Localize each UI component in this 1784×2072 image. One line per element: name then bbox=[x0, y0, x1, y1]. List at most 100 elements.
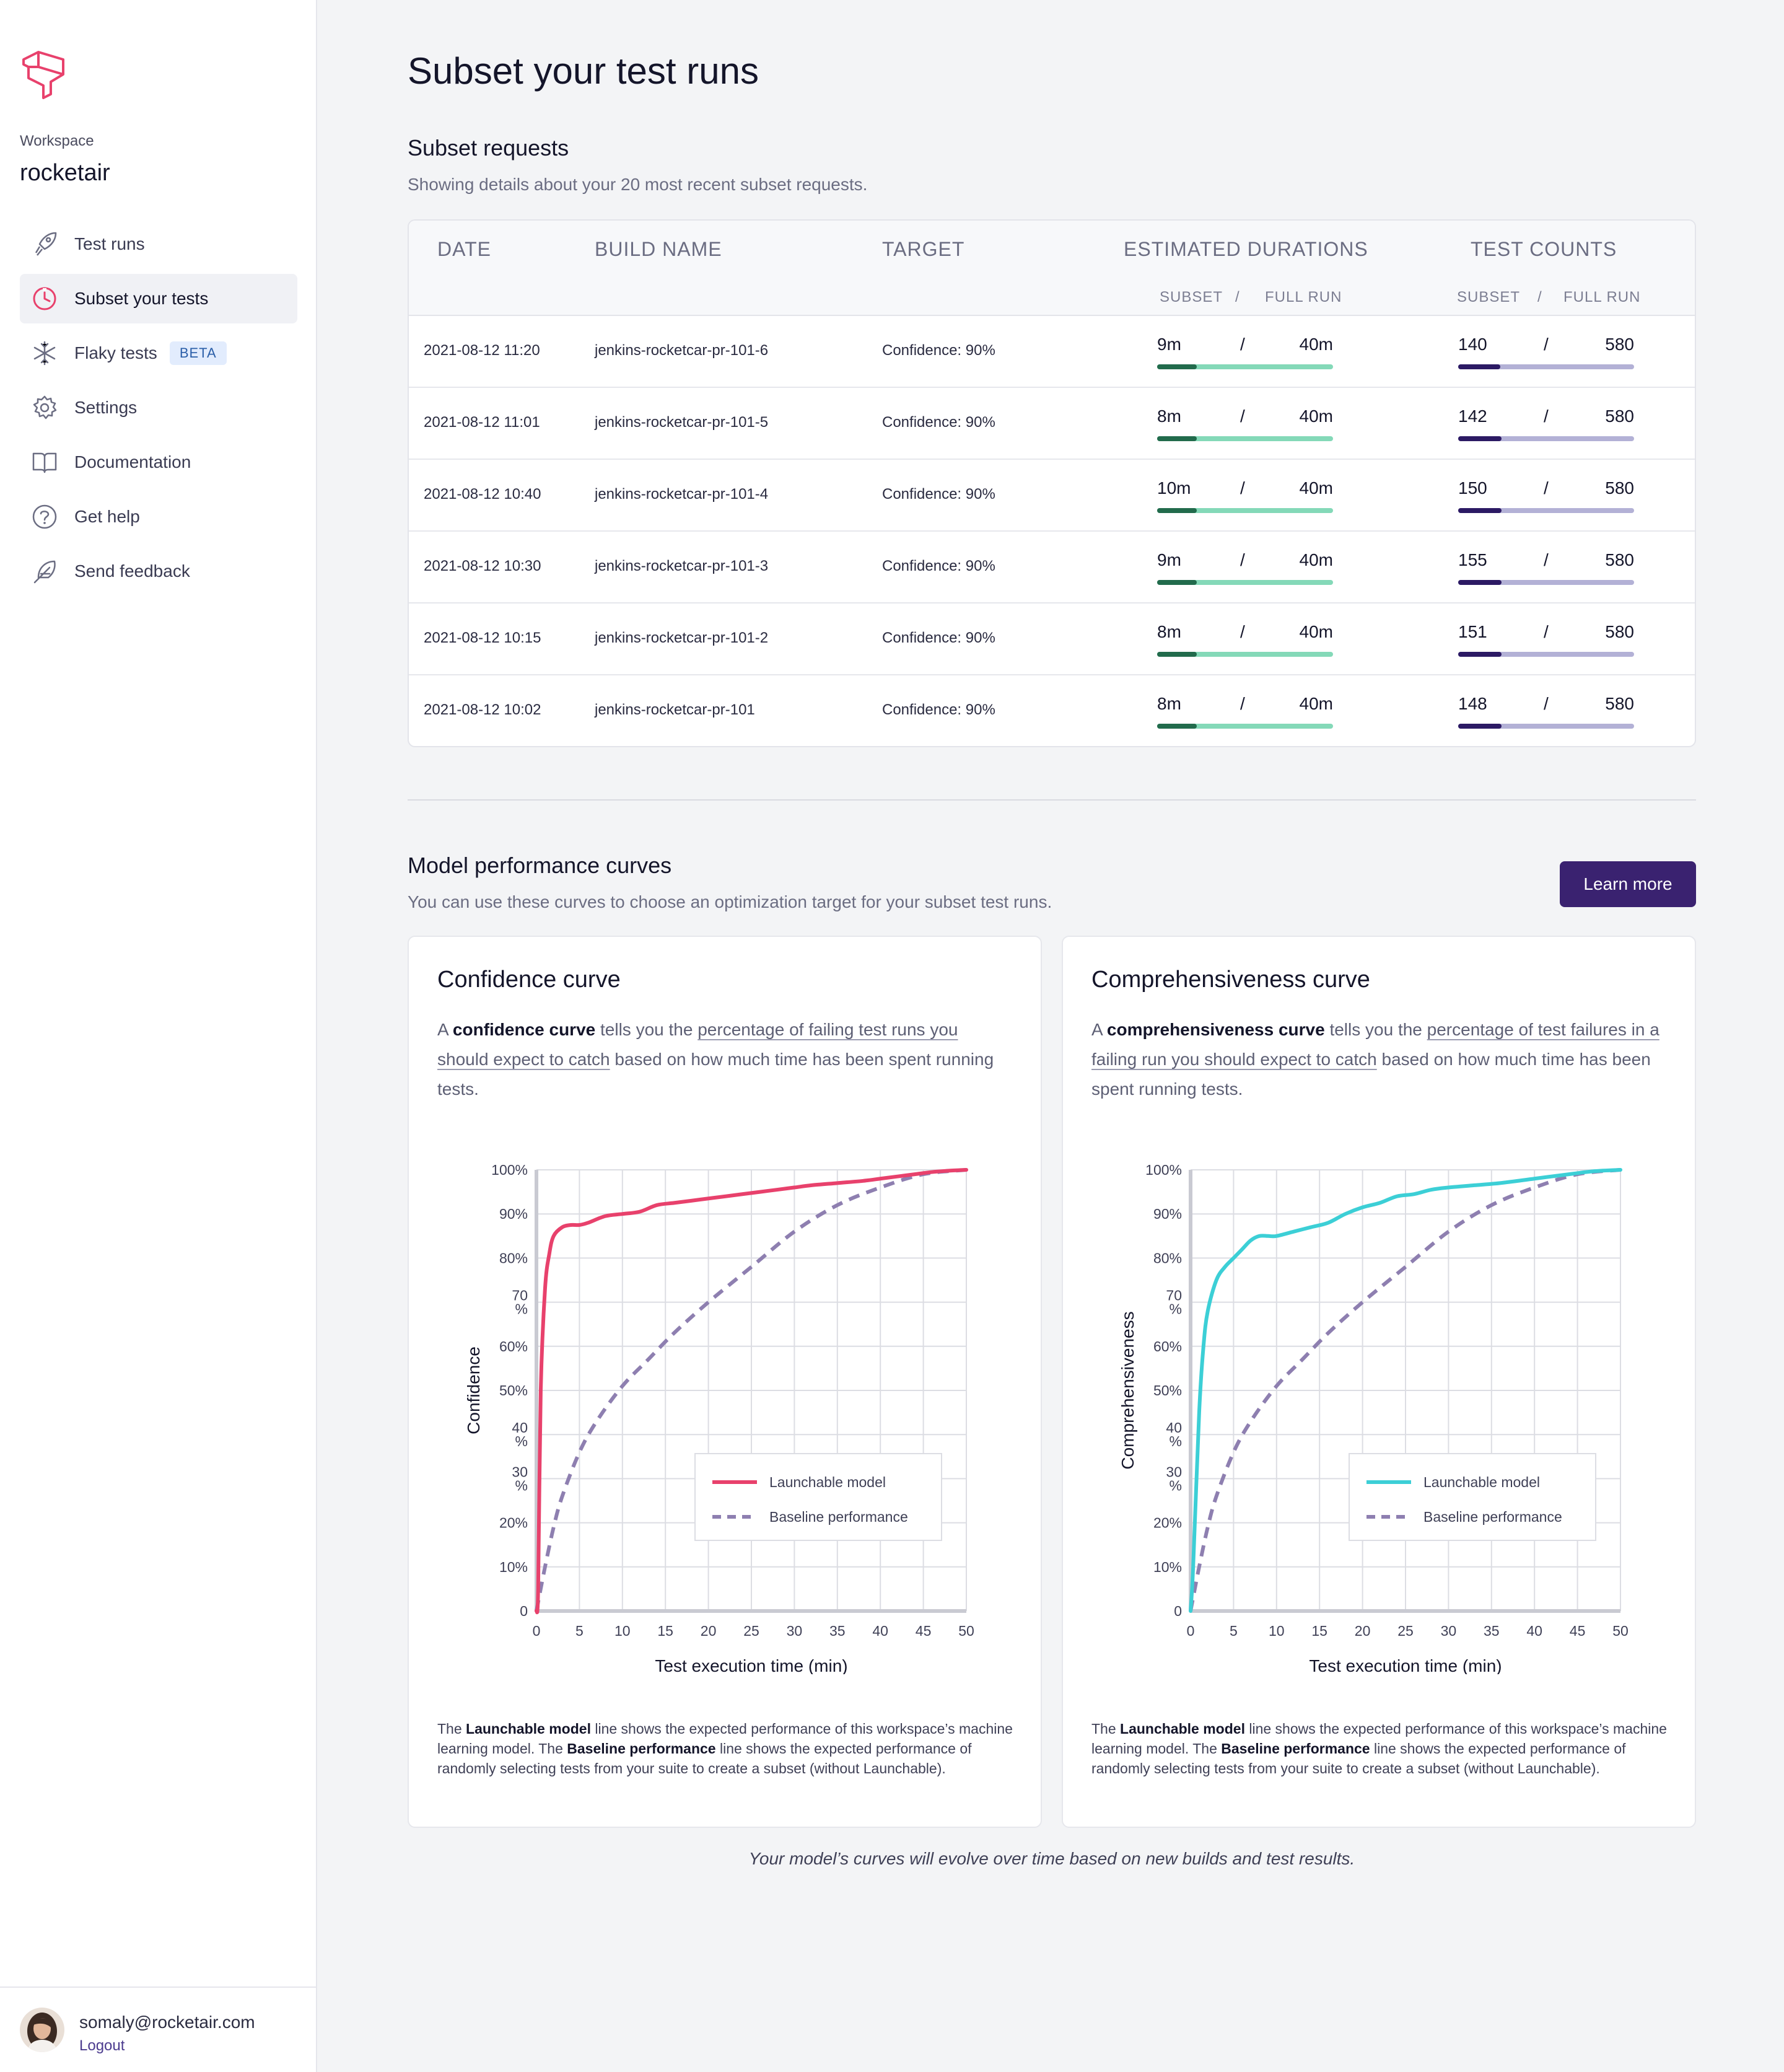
desc-text: A bbox=[1091, 1020, 1107, 1039]
x-tick-label: 40 bbox=[872, 1623, 888, 1639]
cell-target: Confidence: 90% bbox=[882, 558, 995, 574]
count-subset-value: 155 bbox=[1458, 550, 1487, 569]
cell-date: 2021-08-12 11:01 bbox=[424, 414, 540, 431]
duration-fill bbox=[1157, 364, 1197, 369]
x-tick-label: 25 bbox=[1397, 1623, 1414, 1639]
table-row[interactable]: 2021-08-12 11:01 jenkins-rocketcar-pr-101… bbox=[409, 388, 1695, 460]
y-tick-label: 20% bbox=[499, 1515, 528, 1531]
count-subset-value: 151 bbox=[1458, 622, 1487, 641]
y-tick-label-line: 0 bbox=[520, 1603, 528, 1619]
duration-full-value: 40m bbox=[1299, 550, 1333, 569]
y-tick-label: 70% bbox=[1166, 1288, 1182, 1317]
desc-text: tells you the bbox=[595, 1020, 698, 1039]
separator: / bbox=[1544, 550, 1549, 569]
y-tick-label-line: 20% bbox=[499, 1515, 528, 1531]
column-header-test-counts: TEST COUNTS bbox=[1471, 238, 1617, 260]
cell-build-name: jenkins-rocketcar-pr-101-2 bbox=[595, 630, 769, 646]
sidebar-item-test-runs[interactable]: Test runs bbox=[20, 219, 297, 269]
y-tick-label: 80% bbox=[499, 1250, 528, 1266]
subheader-count-full-run: FULL RUN bbox=[1563, 289, 1641, 305]
note-bold: Launchable model bbox=[1120, 1721, 1245, 1737]
sidebar-item-label: Documentation bbox=[74, 452, 191, 472]
avatar[interactable] bbox=[20, 2008, 64, 2052]
y-tick-label: 40% bbox=[1166, 1420, 1182, 1449]
chart-legend: Launchable model Baseline performance bbox=[1349, 1453, 1596, 1541]
model-curves-subtitle: You can use these curves to choose an op… bbox=[408, 892, 1052, 911]
separator: / bbox=[1544, 622, 1549, 641]
y-tick-label: 0 bbox=[1174, 1603, 1182, 1619]
column-header-target: TARGET bbox=[882, 238, 965, 260]
y-tick-label: 80% bbox=[1153, 1250, 1182, 1266]
duration-track bbox=[1157, 364, 1333, 369]
cell-build-name: jenkins-rocketcar-pr-101-4 bbox=[595, 486, 769, 503]
beta-badge: BETA bbox=[169, 341, 227, 365]
duration-full-value: 40m bbox=[1299, 694, 1333, 713]
y-tick-label: 90% bbox=[499, 1206, 528, 1222]
cell-date: 2021-08-12 10:40 bbox=[424, 486, 541, 503]
duration-subset-value: 10m bbox=[1157, 478, 1191, 498]
sidebar-item-label: Settings bbox=[74, 398, 138, 417]
launchable-logo[interactable] bbox=[20, 50, 68, 99]
sidebar-item-settings[interactable]: Settings bbox=[20, 383, 297, 432]
count-full-value: 580 bbox=[1605, 406, 1634, 426]
x-tick-label: 50 bbox=[958, 1623, 974, 1639]
cell-target: Confidence: 90% bbox=[882, 701, 995, 718]
chart-legend: Launchable model Baseline performance bbox=[694, 1453, 942, 1541]
duration-subset-value: 8m bbox=[1157, 622, 1181, 641]
x-tick-label: 20 bbox=[1355, 1623, 1371, 1639]
sidebar-item-send-feedback[interactable]: Send feedback bbox=[20, 547, 297, 596]
y-tick-label-line: 90% bbox=[499, 1206, 528, 1222]
duration-fill bbox=[1157, 652, 1197, 657]
note-bold: Baseline performance bbox=[567, 1741, 716, 1757]
question-icon bbox=[30, 502, 59, 532]
learn-more-button[interactable]: Learn more bbox=[1560, 861, 1696, 907]
table-row[interactable]: 2021-08-12 11:20 jenkins-rocketcar-pr-101… bbox=[409, 316, 1695, 388]
desc-text: A bbox=[437, 1020, 453, 1039]
y-tick-label: 0 bbox=[520, 1603, 528, 1619]
table-row[interactable]: 2021-08-12 10:15 jenkins-rocketcar-pr-101… bbox=[409, 604, 1695, 675]
sidebar-item-label: Flaky tests bbox=[74, 343, 157, 362]
logout-link[interactable]: Logout bbox=[79, 2037, 125, 2055]
count-fill bbox=[1458, 436, 1502, 441]
comprehensiveness-chart: 0 5 10 15 20 25 30 35 40 45 50 0 10% 20% 30 % 40 % 50% 60% 7… bbox=[1118, 1162, 1629, 1674]
count-bar: 142 / 580 bbox=[1458, 406, 1634, 444]
cell-date: 2021-08-12 10:02 bbox=[424, 701, 541, 718]
table-row[interactable]: 2021-08-12 10:40 jenkins-rocketcar-pr-101… bbox=[409, 460, 1695, 532]
y-tick-label: 100% bbox=[1145, 1162, 1182, 1178]
y-tick-label: 50% bbox=[1153, 1382, 1182, 1398]
x-tick-label: 45 bbox=[1570, 1623, 1586, 1639]
duration-fill bbox=[1157, 580, 1197, 585]
count-bar: 140 / 580 bbox=[1458, 335, 1634, 372]
count-subset-value: 142 bbox=[1458, 406, 1487, 426]
cell-date: 2021-08-12 10:15 bbox=[424, 630, 541, 646]
desc-text: tells you the bbox=[1324, 1020, 1427, 1039]
sidebar-item-label: Subset your tests bbox=[74, 289, 209, 308]
count-subset-value: 148 bbox=[1458, 694, 1487, 713]
duration-fill bbox=[1157, 508, 1197, 513]
y-tick-label-line: % bbox=[515, 1301, 528, 1317]
desc-bold: comprehensiveness curve bbox=[1106, 1020, 1325, 1039]
table-row[interactable]: 2021-08-12 10:02 jenkins-rocketcar-pr-101… bbox=[409, 675, 1695, 746]
y-tick-label: 60% bbox=[1153, 1338, 1182, 1354]
sidebar-item-flaky-tests[interactable]: Flaky tests BETA bbox=[20, 328, 297, 378]
count-subset-value: 140 bbox=[1458, 335, 1487, 354]
count-bar: 155 / 580 bbox=[1458, 550, 1634, 587]
count-full-value: 580 bbox=[1605, 622, 1634, 641]
sidebar-item-get-help[interactable]: Get help bbox=[20, 492, 297, 542]
legend-label-baseline: Baseline performance bbox=[769, 1509, 908, 1525]
x-tick-label: 5 bbox=[575, 1623, 584, 1639]
y-tick-label: 30% bbox=[512, 1464, 528, 1493]
y-tick-label: 10% bbox=[499, 1559, 528, 1575]
table-row[interactable]: 2021-08-12 10:30 jenkins-rocketcar-pr-101… bbox=[409, 532, 1695, 604]
x-tick-label: 20 bbox=[701, 1623, 717, 1639]
sidebar-item-documentation[interactable]: Documentation bbox=[20, 437, 297, 487]
y-tick-label-line: 100% bbox=[491, 1162, 528, 1178]
workspace-name[interactable]: rocketair bbox=[20, 160, 110, 187]
y-tick-label: 50% bbox=[499, 1382, 528, 1398]
count-full-value: 580 bbox=[1605, 694, 1634, 713]
count-full-value: 580 bbox=[1605, 478, 1634, 498]
y-tick-label-line: 50% bbox=[1153, 1382, 1182, 1398]
rocket-icon bbox=[30, 229, 59, 259]
sidebar-item-subset-your-tests[interactable]: Subset your tests bbox=[20, 274, 297, 323]
cell-build-name: jenkins-rocketcar-pr-101-3 bbox=[595, 558, 769, 574]
